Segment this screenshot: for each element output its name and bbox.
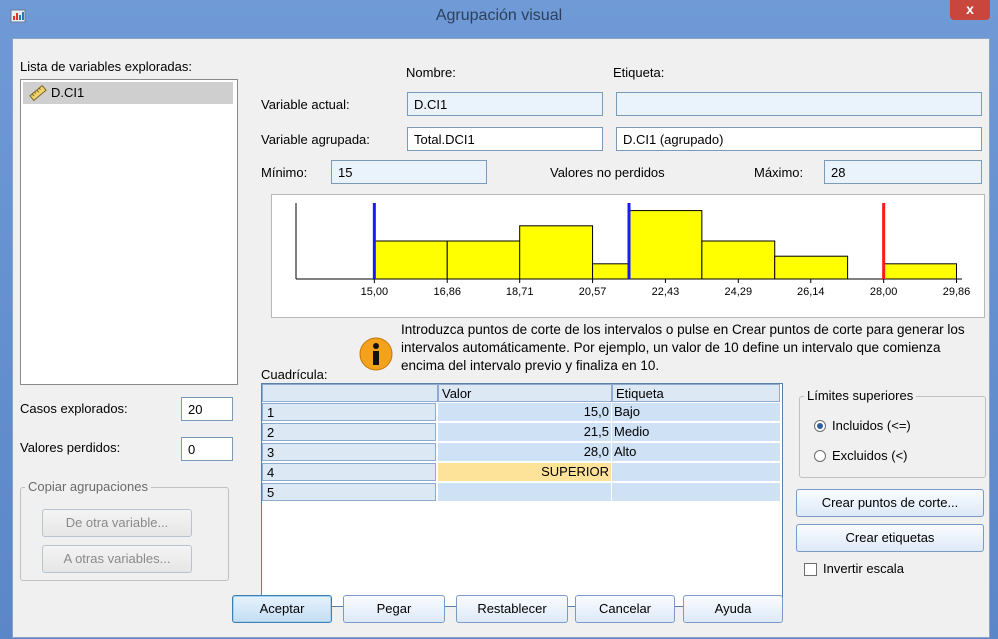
copy-groups-legend: Copiar agrupaciones bbox=[25, 479, 151, 494]
missing-label: Valores perdidos: bbox=[20, 440, 121, 455]
nonmissing-label: Valores no perdidos bbox=[550, 165, 665, 180]
label-cell[interactable] bbox=[612, 483, 780, 501]
row-number[interactable]: 3 bbox=[262, 443, 436, 461]
help-button[interactable]: Ayuda bbox=[683, 595, 783, 623]
missing-value: 0 bbox=[181, 437, 233, 461]
histogram-chart[interactable]: 15,00 16,86 18,71 20,57 22,43 24,29 26,14 28,00… bbox=[272, 195, 982, 315]
x-tick-label: 26,14 bbox=[797, 286, 825, 298]
x-tick-label: 18,71 bbox=[506, 286, 534, 298]
excluded-radio[interactable] bbox=[814, 450, 826, 462]
binned-variable-label-input[interactable]: D.CI1 (agrupado) bbox=[616, 127, 982, 151]
label-cell[interactable] bbox=[612, 463, 780, 481]
reset-button[interactable]: Restablecer bbox=[456, 595, 568, 623]
reverse-scale-label[interactable]: Invertir escala bbox=[823, 561, 904, 576]
included-label[interactable]: Incluidos (<=) bbox=[832, 418, 911, 433]
reverse-scale-checkbox[interactable] bbox=[804, 563, 817, 576]
maximum-value: 28 bbox=[824, 160, 982, 184]
histogram-bar bbox=[446, 240, 521, 280]
grid-header-label[interactable]: Etiqueta bbox=[612, 384, 780, 402]
variable-list[interactable]: D.CI1 bbox=[20, 79, 238, 385]
binned-variable-label: Variable agrupada: bbox=[261, 132, 370, 147]
histogram-bar bbox=[628, 210, 703, 280]
x-tick-label: 15,00 bbox=[361, 286, 389, 298]
close-button[interactable]: x bbox=[950, 0, 990, 20]
cancel-button[interactable]: Cancelar bbox=[575, 595, 675, 623]
cutpoint-grid[interactable]: Valor Etiqueta 1 15,0 Bajo 2 21,5 Medio … bbox=[261, 383, 783, 607]
row-number[interactable]: 5 bbox=[262, 483, 436, 501]
window-title: Agrupación visual bbox=[435, 7, 563, 24]
label-cell[interactable]: Alto bbox=[612, 443, 780, 461]
value-cell[interactable]: 15,0 bbox=[438, 403, 612, 421]
cases-label: Casos explorados: bbox=[20, 401, 128, 416]
create-cutpoints-button[interactable]: Crear puntos de corte... bbox=[796, 489, 984, 517]
upper-limits-box: Límites superiores Incluidos (<=) Exclui… bbox=[799, 388, 986, 478]
create-labels-button[interactable]: Crear etiquetas bbox=[796, 524, 984, 552]
name-column-label: Nombre: bbox=[406, 65, 456, 80]
histogram-bar bbox=[701, 240, 776, 280]
info-icon bbox=[359, 337, 393, 371]
list-item[interactable]: D.CI1 bbox=[23, 82, 233, 104]
grid-header-value[interactable]: Valor bbox=[438, 384, 612, 402]
row-number[interactable]: 1 bbox=[262, 403, 436, 421]
row-number[interactable]: 2 bbox=[262, 423, 436, 441]
included-radio[interactable] bbox=[814, 420, 826, 432]
current-variable-etiqueta bbox=[616, 92, 982, 116]
close-icon[interactable]: x bbox=[966, 1, 974, 17]
value-cell[interactable]: 28,0 bbox=[438, 443, 612, 461]
label-cell[interactable]: Medio bbox=[612, 423, 780, 441]
dialog-body: Lista de variables exploradas: D.CI1 Cas… bbox=[12, 38, 990, 638]
x-tick-label: 28,00 bbox=[870, 286, 898, 298]
x-tick-label: 20,57 bbox=[579, 286, 607, 298]
binned-variable-name-input[interactable]: Total.DCI1 bbox=[407, 127, 603, 151]
histogram-bar bbox=[373, 240, 448, 280]
cases-value: 20 bbox=[181, 397, 233, 421]
dialog-window: Agrupación visual x Lista de variables e… bbox=[0, 0, 998, 639]
ok-button[interactable]: Aceptar bbox=[232, 595, 332, 623]
value-cell[interactable] bbox=[438, 483, 612, 501]
x-tick-label: 22,43 bbox=[652, 286, 680, 298]
to-other-variables-button[interactable]: A otras variables... bbox=[42, 545, 192, 573]
label-column-label: Etiqueta: bbox=[613, 65, 665, 80]
x-tick-label: 29,86 bbox=[943, 286, 971, 298]
minimum-label: Mínimo: bbox=[261, 165, 308, 180]
x-tick-label: 24,29 bbox=[725, 286, 753, 298]
title-bar[interactable]: Agrupación visual x bbox=[0, 0, 998, 34]
label-cell[interactable]: Bajo bbox=[612, 403, 780, 421]
upper-limits-legend: Límites superiores bbox=[804, 388, 917, 403]
histogram-bar bbox=[883, 263, 958, 280]
paste-button[interactable]: Pegar bbox=[343, 595, 445, 623]
maximum-label: Máximo: bbox=[754, 165, 804, 180]
value-cell[interactable]: 21,5 bbox=[438, 423, 612, 441]
copy-groups-box: Copiar agrupaciones De otra variable... … bbox=[20, 479, 229, 581]
grid-label: Cuadrícula: bbox=[261, 367, 328, 382]
current-variable-name: D.CI1 bbox=[407, 92, 603, 116]
ruler-icon bbox=[29, 84, 47, 102]
row-number[interactable]: 4 bbox=[262, 463, 436, 481]
value-cell-selected[interactable]: SUPERIOR bbox=[438, 463, 612, 481]
info-text: Introduzca puntos de corte de los interv… bbox=[401, 322, 965, 373]
current-variable-label: Variable actual: bbox=[261, 97, 350, 112]
histogram-panel[interactable]: 15,00 16,86 18,71 20,57 22,43 24,29 26,14 28,00… bbox=[271, 194, 985, 318]
variable-name: D.CI1 bbox=[51, 85, 85, 100]
minimum-value: 15 bbox=[331, 160, 487, 184]
histogram-bar bbox=[519, 225, 594, 280]
variable-list-label: Lista de variables exploradas: bbox=[20, 59, 192, 74]
grid-header-corner bbox=[262, 384, 438, 402]
excluded-label[interactable]: Excluidos (<) bbox=[832, 448, 908, 463]
from-other-variable-button[interactable]: De otra variable... bbox=[42, 509, 192, 537]
histogram-bar bbox=[774, 255, 849, 280]
x-tick-label: 16,86 bbox=[433, 286, 461, 298]
